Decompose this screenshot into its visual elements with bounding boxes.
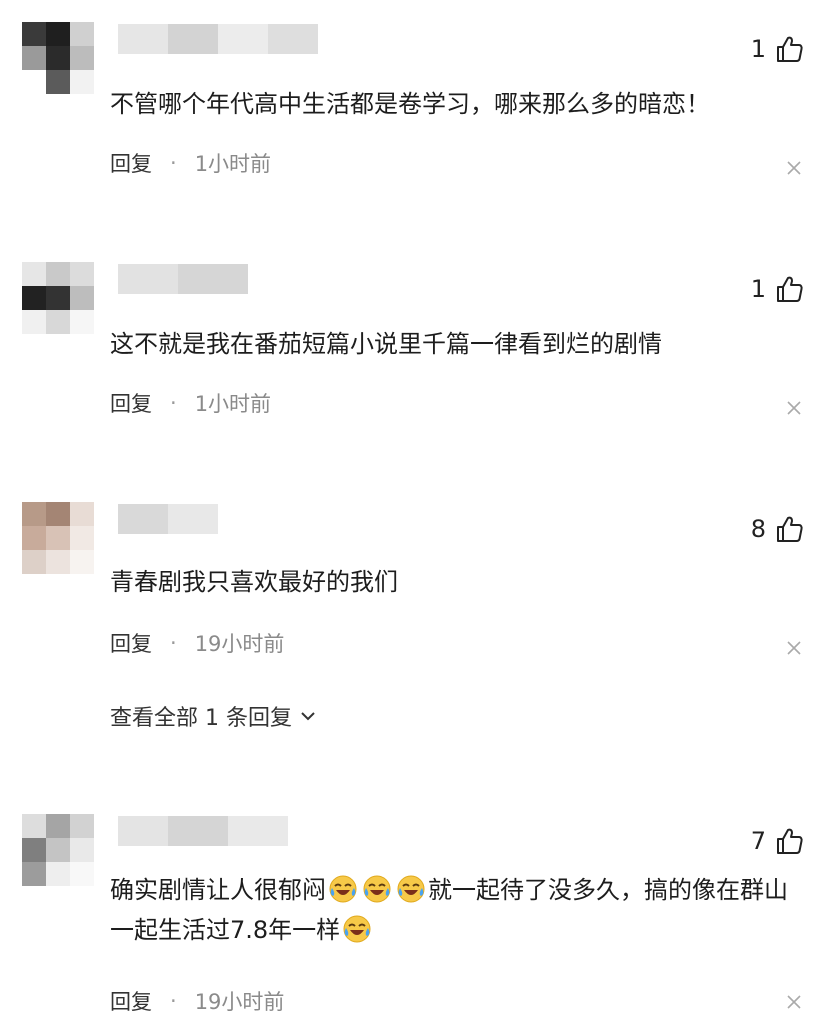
separator-dot: · [170,989,177,1013]
username-blurred[interactable] [118,504,218,534]
thumbs-up-icon[interactable] [774,514,804,544]
avatar[interactable] [22,814,94,886]
laughing-crying-emoji-icon [329,875,357,903]
view-all-replies-button[interactable]: 查看全部 1 条回复 [110,700,318,732]
username-blurred[interactable] [118,264,248,294]
comment-time: 19小时前 [194,632,285,656]
comment-text: 不管哪个年代高中生活都是卷学习，哪来那么多的暗恋！ [110,90,710,118]
close-icon[interactable] [786,640,802,656]
thumbs-up-icon[interactable] [774,826,804,856]
reply-button[interactable]: 回复 [110,628,152,658]
chevron-down-icon [301,712,315,721]
separator-dot: · [170,391,177,415]
like-count: 7 [750,827,766,855]
like-control[interactable]: 1 [751,274,804,304]
laughing-crying-emoji-icon [363,875,391,903]
close-icon[interactable] [786,400,802,416]
avatar[interactable] [22,22,94,94]
separator-dot: · [170,151,177,175]
like-control[interactable]: 7 [751,826,804,856]
reply-button[interactable]: 回复 [110,148,152,178]
comment-text: 这不就是我在番茄短篇小说里千篇一律看到烂的剧情 [110,330,662,358]
close-icon[interactable] [786,994,802,1010]
comment-text-part: 确实剧情让人很郁闷 [110,876,326,904]
avatar[interactable] [22,502,94,574]
reply-button[interactable]: 回复 [110,986,152,1016]
like-control[interactable]: 1 [751,34,804,64]
like-count: 8 [750,515,766,543]
close-icon[interactable] [786,160,802,176]
comment-text: 青春剧我只喜欢最好的我们 [110,568,398,596]
thumbs-up-icon[interactable] [774,274,804,304]
comment-time: 19小时前 [194,990,285,1014]
thumbs-up-icon[interactable] [774,34,804,64]
avatar[interactable] [22,262,94,334]
view-all-replies-label: 查看全部 1 条回复 [110,706,292,731]
comment-time: 1小时前 [194,392,272,416]
like-count: 1 [750,275,766,303]
like-control[interactable]: 8 [751,514,804,544]
username-blurred[interactable] [118,24,318,54]
comment-time: 1小时前 [194,152,272,176]
reply-button[interactable]: 回复 [110,388,152,418]
comment-meta: 回复 · 19小时前 [110,628,284,658]
like-count: 1 [750,35,766,63]
comment-meta: 回复 · 1小时前 [110,148,271,178]
comment-meta: 回复 · 1小时前 [110,388,271,418]
laughing-crying-emoji-icon [397,875,425,903]
username-blurred[interactable] [118,816,288,846]
comment-meta: 回复 · 19小时前 [110,986,284,1016]
separator-dot: · [170,631,177,655]
laughing-crying-emoji-icon [343,915,371,943]
comment-text: 确实剧情让人很郁闷 就一起待了没多久，搞的像在群山一起生活过7.8年一样 [110,870,798,950]
